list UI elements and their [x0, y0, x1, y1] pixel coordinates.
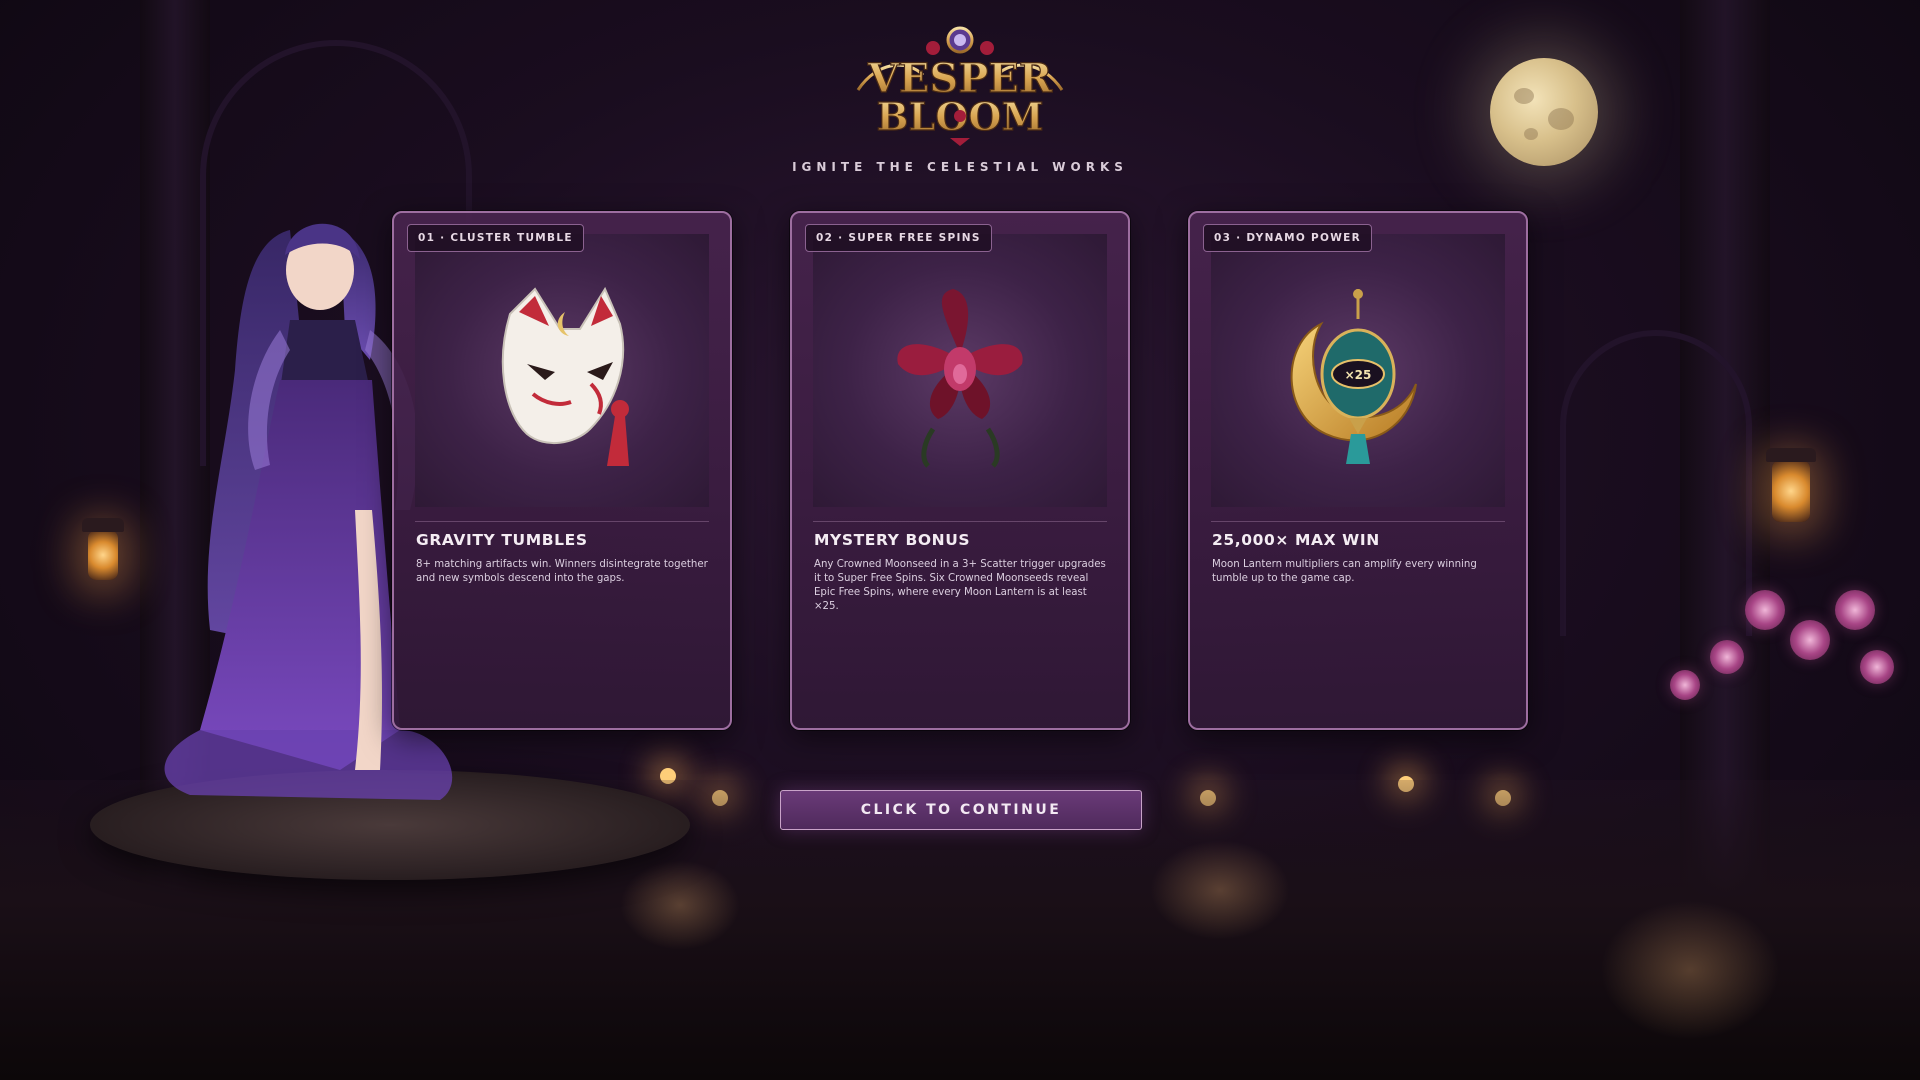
feature-description: 8+ matching artifacts win. Winners disin… [416, 559, 708, 584]
lantern-multiplier-label: ×25 [1345, 368, 1372, 382]
fox-mask-icon [501, 286, 629, 466]
orchid-flower [1860, 650, 1894, 684]
feature-tag: 02 · SUPER FREE SPINS [805, 224, 992, 252]
orchid-flower [1835, 590, 1875, 630]
orchid-flower [1710, 640, 1744, 674]
full-moon [1490, 58, 1598, 166]
game-tagline: IGNITE THE CELESTIAL WORKS [792, 160, 1128, 174]
feature-title: 25,000× MAX WIN [1212, 531, 1380, 549]
feature-art [813, 234, 1107, 507]
feature-description: Moon Lantern multipliers can amplify eve… [1212, 559, 1477, 584]
right-arch [1560, 330, 1752, 636]
orchid-flower [1670, 670, 1700, 700]
feature-art: ×25 [1211, 234, 1505, 507]
feature-card-super-free-spins: 02 · SUPER FREE SPINS MYSTERY BONUS Any … [790, 211, 1130, 730]
feature-title: GRAVITY TUMBLES [416, 531, 588, 549]
moon-lantern-icon: ×25 [1290, 289, 1417, 464]
vesper-bloom-logo: VESPER BLOOM [856, 26, 1064, 146]
feature-art [415, 234, 709, 507]
orchid-flower [1790, 620, 1830, 660]
feature-title: MYSTERY BONUS [814, 531, 971, 549]
orchid-flower-icon [897, 289, 1023, 468]
hanging-lantern [1766, 448, 1816, 522]
continue-button[interactable]: CLICK TO CONTINUE [780, 790, 1142, 830]
orchid-flower [1745, 590, 1785, 630]
feature-tag: 03 · DYNAMO POWER [1203, 224, 1372, 252]
feature-description: Any Crowned Moonseed in a 3+ Scatter tri… [814, 559, 1106, 612]
feature-card-cluster-tumble: 01 · CLUSTER TUMBLE GRAVITY TUMBLES 8+ m… [392, 211, 732, 730]
wall-lantern [82, 518, 124, 580]
feature-card-dynamo-power: 03 · DYNAMO POWER ×25 25,000× MAX WIN Mo… [1188, 211, 1528, 730]
feature-tag: 01 · CLUSTER TUMBLE [407, 224, 584, 252]
